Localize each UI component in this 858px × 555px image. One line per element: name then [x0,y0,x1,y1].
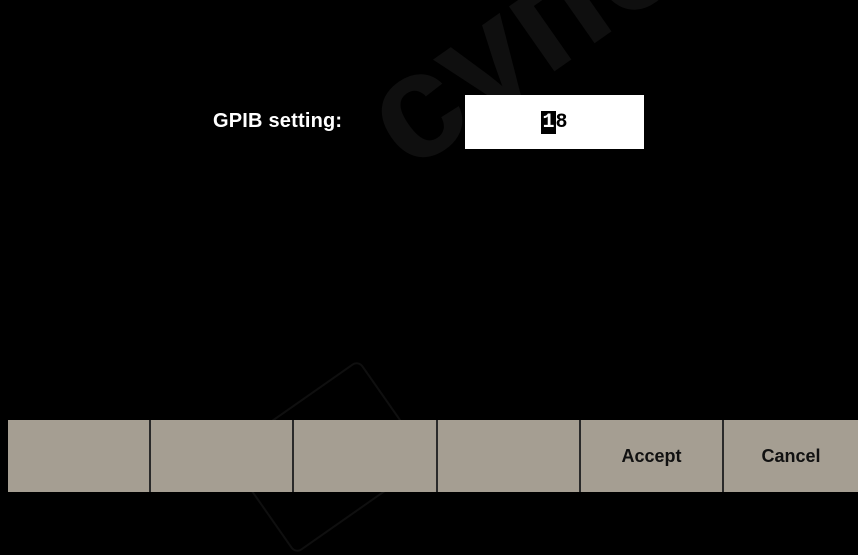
remaining-digits: 8 [555,110,568,134]
softkey-3[interactable] [294,420,438,492]
softkey-4[interactable] [438,420,581,492]
softkey-bar: Accept Cancel [8,420,858,492]
gpib-setting-label: GPIB setting: [213,110,343,132]
cursor-digit: 1 [541,110,556,134]
accept-button[interactable]: Accept [581,420,724,492]
gpib-address-value: 1 8 [541,110,568,134]
softkey-1[interactable] [8,420,151,492]
softkey-2[interactable] [151,420,294,492]
gpib-address-input[interactable]: 1 8 [465,95,644,149]
instrument-screen: GPIB setting: 1 8 [8,0,858,420]
cancel-button[interactable]: Cancel [724,420,858,492]
